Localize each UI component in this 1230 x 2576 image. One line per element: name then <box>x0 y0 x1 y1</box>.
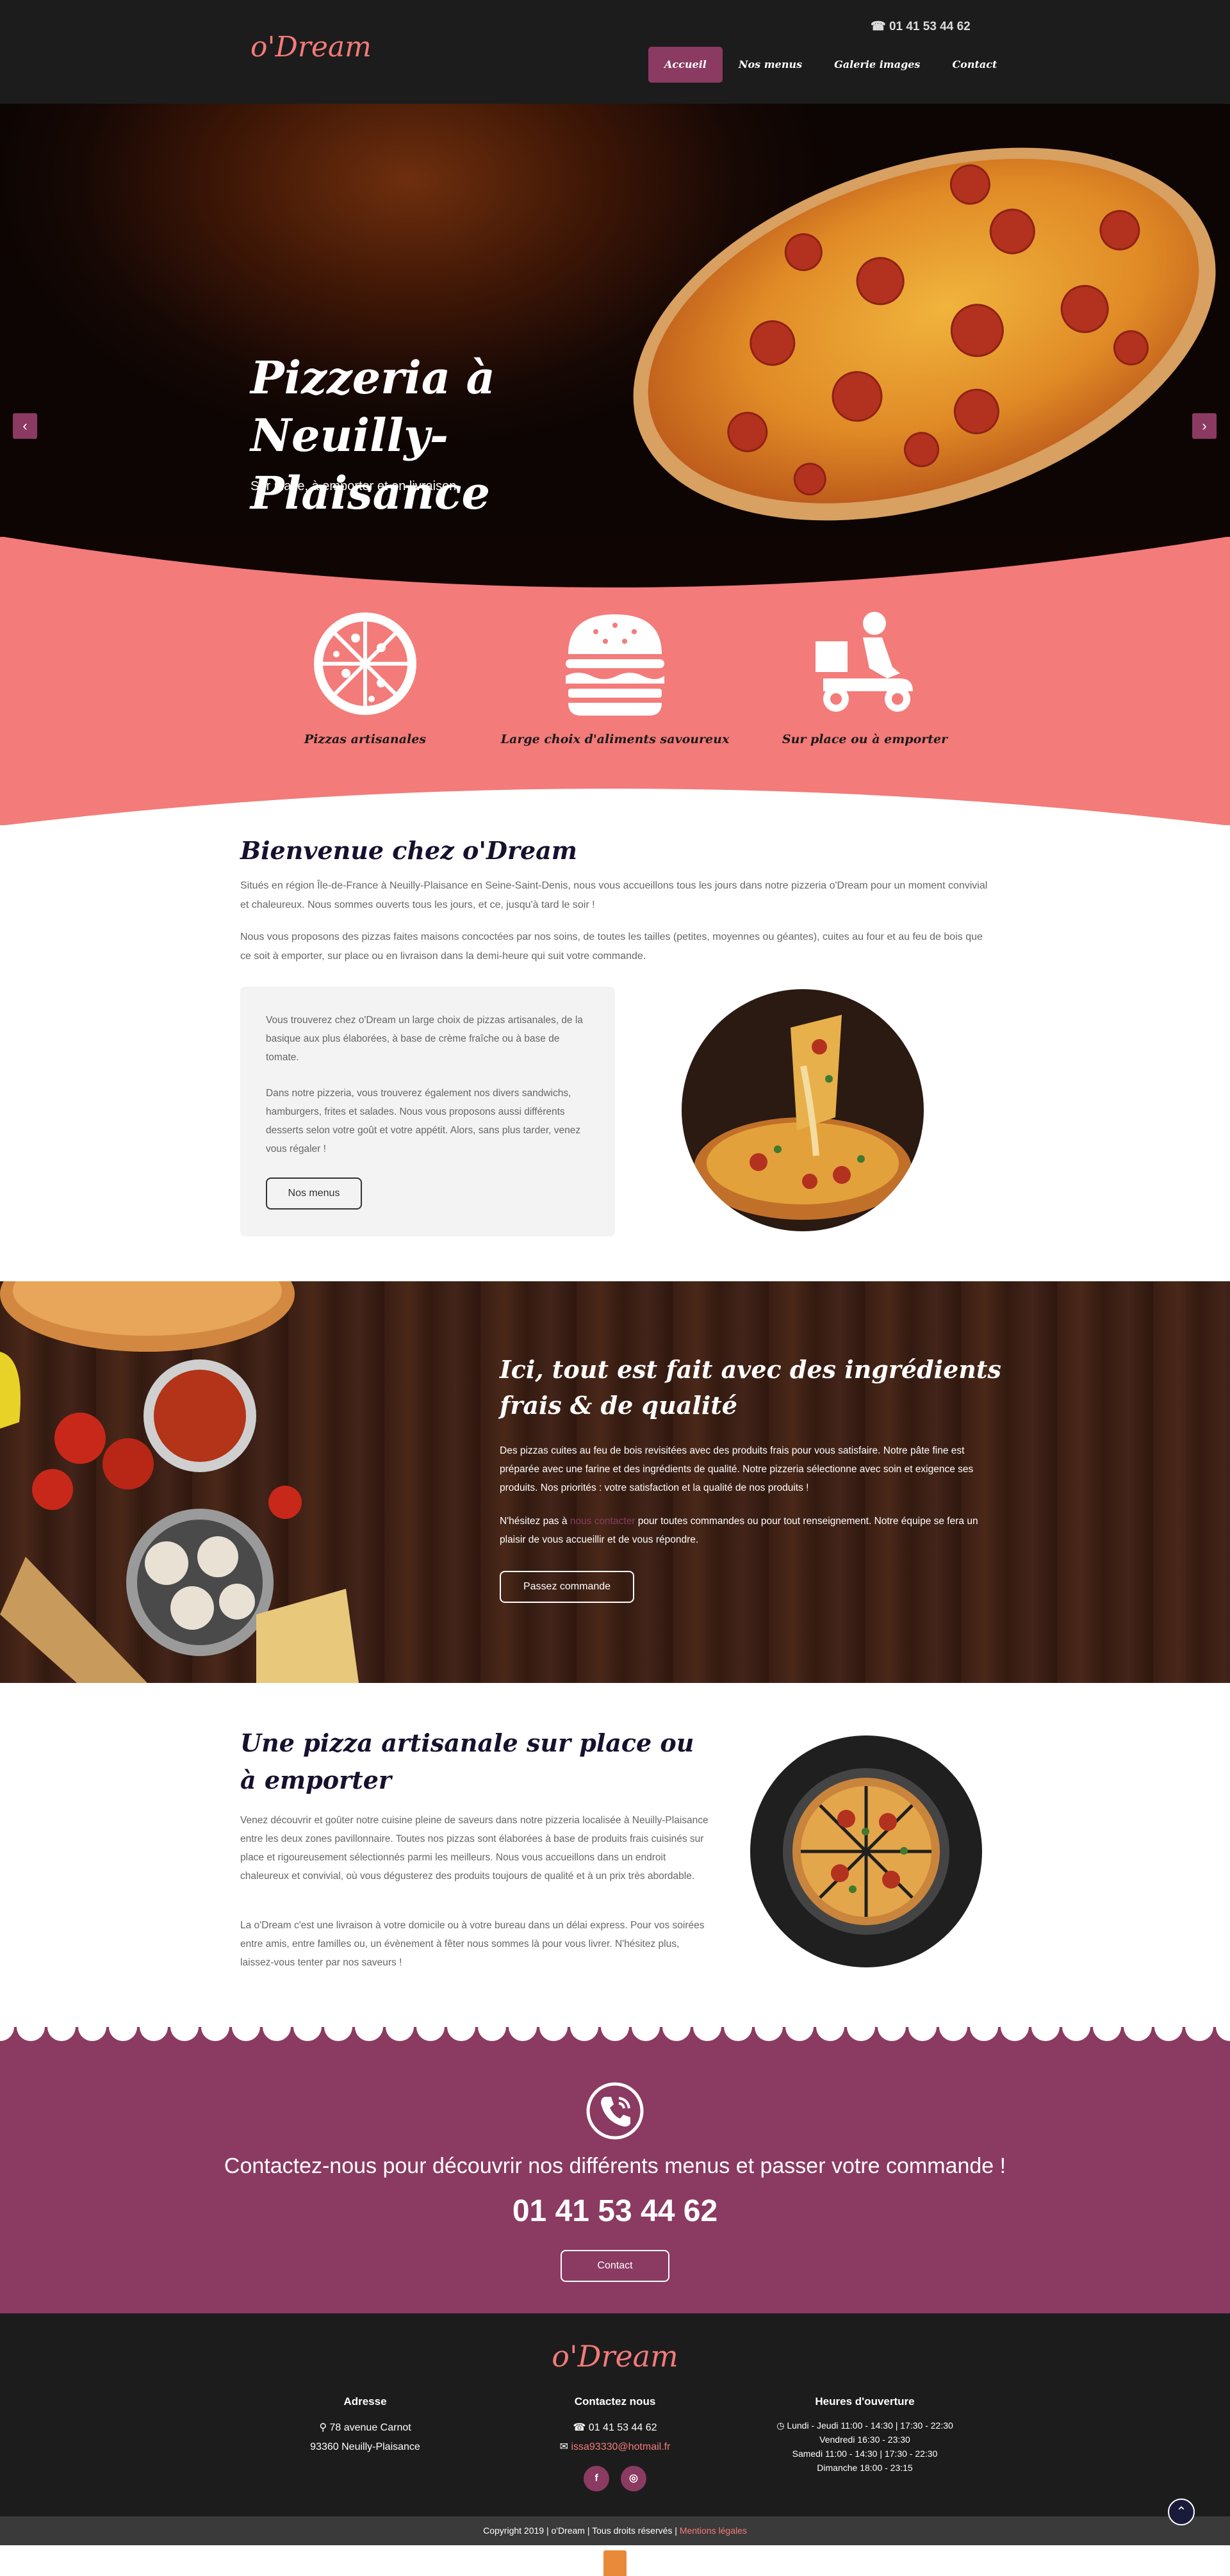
footer-hours-title: Heures d'ouverture <box>815 2395 915 2408</box>
phone-icon: ☎ <box>573 2422 589 2433</box>
cookie-tab[interactable] <box>603 2550 627 2576</box>
wave-divider <box>0 536 1230 587</box>
slider-next-button[interactable]: › <box>1192 413 1217 439</box>
artisanale-section: Une pizza artisanale sur place ou à empo… <box>0 1683 1230 2027</box>
phone-call-icon <box>586 2082 644 2140</box>
scroll-to-top-button[interactable]: ⌃ <box>1168 2498 1195 2525</box>
footer-contact-title: Contactez nous <box>574 2395 656 2408</box>
ingredients-paragraph: Des pizzas cuites au feu de bois revisit… <box>500 1445 974 1493</box>
address-line: ⚲ 78 avenue Carnot <box>237 2418 493 2438</box>
hours-line: Samedi 11:00 - 14:30 | 17:30 - 22:30 <box>792 2449 938 2459</box>
wave-divider <box>0 789 1230 826</box>
scallop-divider <box>0 2015 1230 2041</box>
feature-label: Sur place ou à emporter <box>782 732 948 746</box>
copyright-text: Copyright 2019 | o'Dream | Tous droits r… <box>483 2525 680 2536</box>
feature-sur-place: Sur place ou à emporter <box>737 609 993 746</box>
hours-line: ◷ Lundi - Jeudi 11:00 - 14:30 | 17:30 - … <box>737 2418 993 2432</box>
welcome-title: Bienvenue chez o'Dream <box>240 836 577 865</box>
nav-galerie-images[interactable]: Galerie images <box>818 47 936 83</box>
footer-address-title: Adresse <box>343 2395 387 2408</box>
nous-contacter-link[interactable]: nous contacter <box>570 1516 636 1527</box>
feature-pizzas: Pizzas artisanales <box>237 609 493 746</box>
welcome-paragraph: Situés en région Île-de-France à Neuilly… <box>240 880 988 910</box>
info-box: Vous trouverez chez o'Dream un large cho… <box>240 987 615 1236</box>
hours-text: Lundi - Jeudi 11:00 - 14:30 | 17:30 - 22… <box>787 2420 953 2431</box>
footer-hours: Heures d'ouverture ◷ Lundi - Jeudi 11:00… <box>737 2395 993 2475</box>
footer-contact: Contactez nous ☎ 01 41 53 44 62 ✉ issa93… <box>487 2395 743 2491</box>
hero-title: Pizzeria à Neuilly-Plaisance <box>250 351 495 520</box>
site-header: o'Dream ☎ 01 41 53 44 62 Accueil Nos men… <box>0 0 1230 104</box>
contact-button[interactable]: Contact <box>561 2250 669 2282</box>
passez-commande-button[interactable]: Passez commande <box>500 1571 634 1603</box>
pizza-slice-photo <box>682 989 924 1231</box>
nav-nos-menus[interactable]: Nos menus <box>723 47 818 83</box>
header-phone[interactable]: ☎ 01 41 53 44 62 <box>871 19 971 34</box>
facebook-icon[interactable]: f <box>584 2466 609 2491</box>
delivery-scooter-icon <box>816 612 913 712</box>
footer-phone[interactable]: 01 41 53 44 62 <box>589 2422 657 2433</box>
feature-label: Pizzas artisanales <box>304 732 427 746</box>
ingredients-paragraph: N'hésitez pas à nous contacter pour tout… <box>500 1512 987 1549</box>
artisanale-title: Une pizza artisanale sur place ou à empo… <box>240 1728 694 1794</box>
feature-label: Large choix d'aliments savoureux <box>500 732 730 746</box>
burger-icon <box>566 614 664 716</box>
copyright-bar: Copyright 2019 | o'Dream | Tous droits r… <box>0 2498 1230 2545</box>
mentions-legales-link[interactable]: Mentions légales <box>680 2525 747 2536</box>
address-city: 93360 Neuilly-Plaisance <box>310 2441 420 2452</box>
welcome-paragraph: Nous vous proposons des pizzas faites ma… <box>240 931 983 962</box>
artisanale-paragraph: Venez découvrir et goûter notre cuisine … <box>240 1815 709 1882</box>
hero-slider: Pizzeria à Neuilly-Plaisance Sur place, … <box>0 104 1230 537</box>
nav-accueil[interactable]: Accueil <box>648 47 723 83</box>
contact-band: Contactez-nous pour découvrir nos différ… <box>0 2015 1230 2313</box>
main-nav: Accueil Nos menus Galerie images Contact <box>648 47 1013 83</box>
text-span: N'hésitez pas à <box>500 1516 570 1527</box>
footer-address: Adresse ⚲ 78 avenue Carnot 93360 Neuilly… <box>237 2395 493 2457</box>
artisanale-paragraph: La o'Dream c'est une livraison à votre d… <box>240 1920 705 1968</box>
contact-cta-text: Contactez-nous pour découvrir nos différ… <box>224 2154 1006 2178</box>
welcome-section: Bienvenue chez o'Dream Situés en région … <box>0 825 1230 1281</box>
contact-phone[interactable]: 01 41 53 44 62 <box>0 2194 1230 2229</box>
footer-logo: o'Dream <box>552 2339 678 2374</box>
ingredients-title: Ici, tout est fait avec des ingrédients … <box>500 1355 1001 1420</box>
address-street: 78 avenue Carnot <box>329 2422 411 2433</box>
hero-subtitle: Sur place, à emporter et en livraison <box>250 479 457 493</box>
page-bottom <box>0 2545 1230 2576</box>
info-box-paragraph: Dans notre pizzeria, vous trouverez égal… <box>266 1088 581 1154</box>
clock-icon: ◷ <box>776 2420 787 2431</box>
hours-line: Dimanche 18:00 - 23:15 <box>817 2463 913 2473</box>
social-links: f ◎ <box>487 2466 743 2491</box>
ingredients-photo <box>0 1281 359 1683</box>
site-logo[interactable]: o'Dream <box>250 31 372 63</box>
pizza-top-photo <box>750 1735 982 1967</box>
features-section: Pizzas artisanales Large choix d'aliment… <box>0 536 1230 826</box>
map-marker-icon: ⚲ <box>319 2422 330 2433</box>
nos-menus-button[interactable]: Nos menus <box>266 1177 362 1210</box>
info-box-paragraph: Vous trouverez chez o'Dream un large cho… <box>266 1015 583 1063</box>
footer-email-line: ✉ issa93330@hotmail.fr <box>487 2438 743 2457</box>
nav-contact[interactable]: Contact <box>936 47 1013 83</box>
slider-prev-button[interactable]: ‹ <box>13 413 37 439</box>
footer-email-link[interactable]: issa93330@hotmail.fr <box>571 2441 670 2452</box>
envelope-icon: ✉ <box>559 2441 571 2452</box>
instagram-icon[interactable]: ◎ <box>621 2466 646 2491</box>
site-footer: o'Dream Adresse ⚲ 78 avenue Carnot 93360… <box>0 2313 1230 2516</box>
pizza-icon <box>314 612 416 715</box>
feature-aliments: Large choix d'aliments savoureux <box>487 609 743 746</box>
footer-phone-line: ☎ 01 41 53 44 62 <box>487 2418 743 2438</box>
hours-line: Vendredi 16:30 - 23:30 <box>819 2434 910 2445</box>
ingredients-section: Ici, tout est fait avec des ingrédients … <box>0 1281 1230 1683</box>
